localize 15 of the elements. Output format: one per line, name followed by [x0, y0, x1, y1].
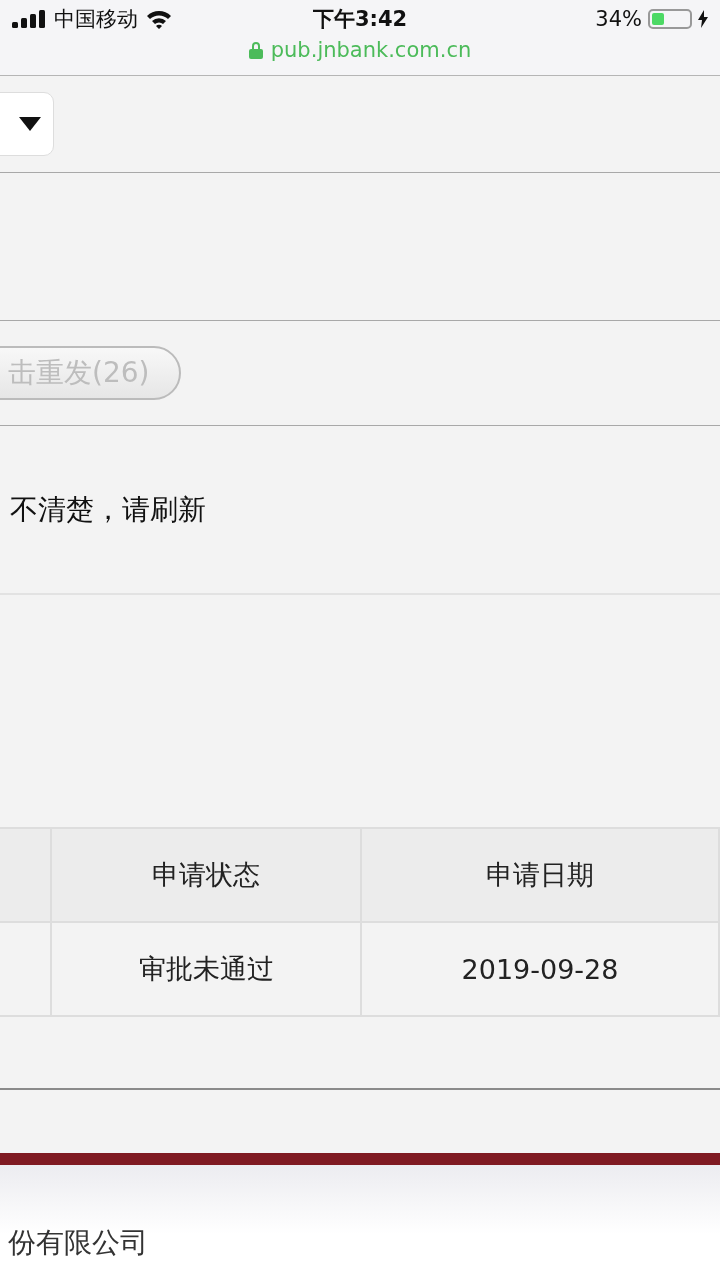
battery-icon — [648, 9, 692, 29]
caret-icon — [19, 117, 41, 131]
carrier-name: 中国移动 — [54, 6, 138, 33]
battery-percent: 34% — [595, 7, 642, 31]
clock: 下午3:42 — [312, 6, 408, 33]
signal-icon — [12, 10, 46, 28]
table-cell: 审批未通过 — [52, 923, 362, 1017]
table-cell: 2019-09-28 — [362, 923, 720, 1017]
column-header: 申请状态 — [52, 829, 362, 923]
wifi-icon — [146, 9, 172, 29]
column-header: 申请日期 — [362, 829, 720, 923]
address-bar-url[interactable]: pub.jnbank.com.cn — [270, 38, 472, 62]
footer-text: 份有限公司 — [8, 1224, 148, 1261]
hint-text: 不清楚，请刷新 — [10, 491, 206, 528]
dropdown-select[interactable] — [0, 92, 54, 156]
